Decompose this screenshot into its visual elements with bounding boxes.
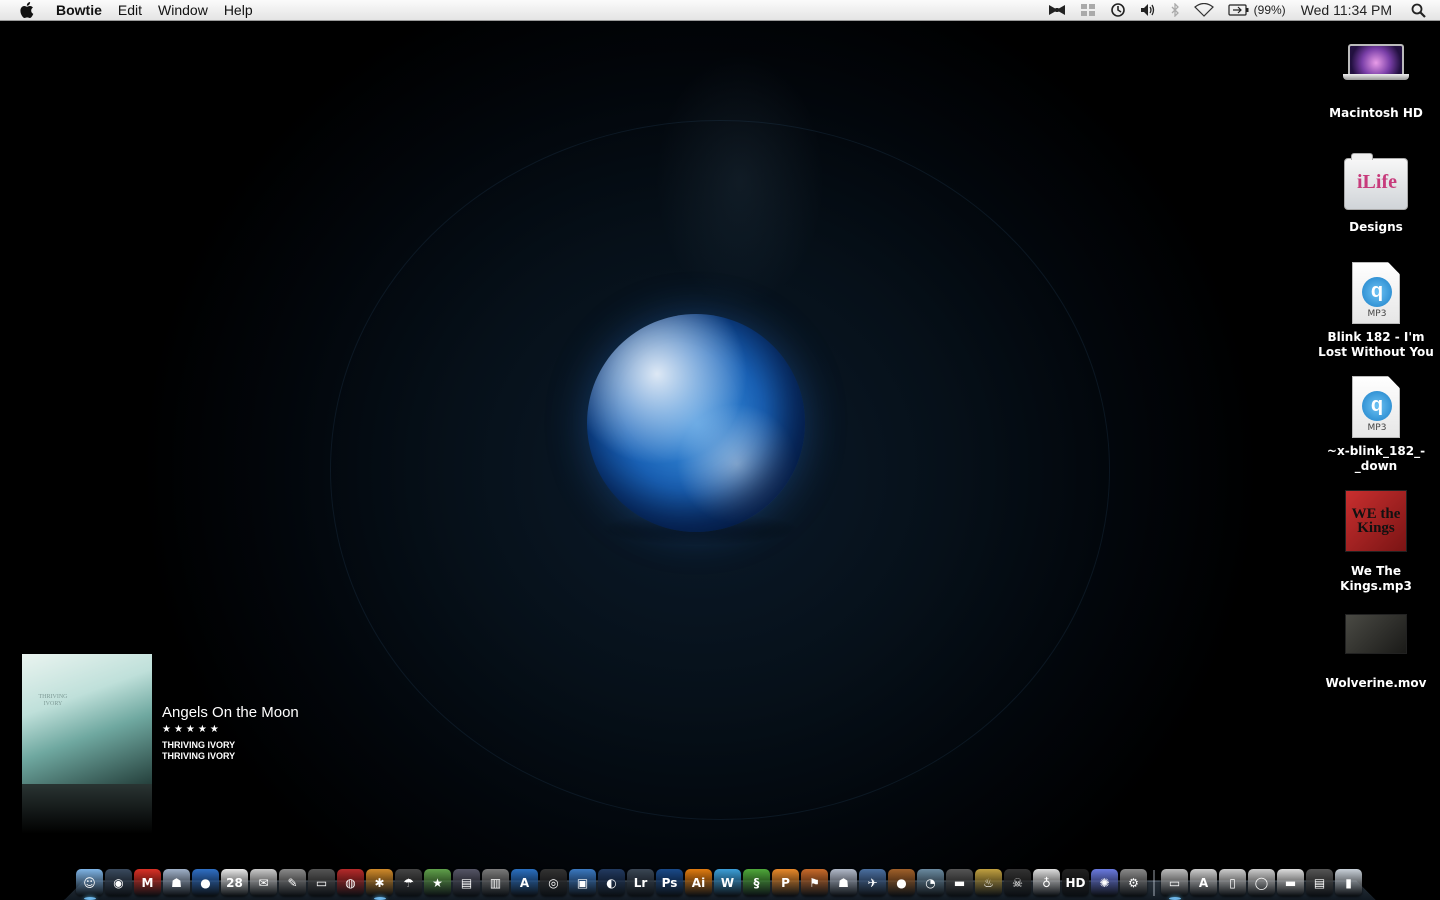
dock-time-icon[interactable]: ◔	[917, 869, 944, 896]
hard-drive-icon	[1343, 44, 1409, 84]
dock-plane-icon[interactable]: ✈	[859, 869, 886, 896]
wallpaper-smoke	[560, 20, 920, 340]
album-cover[interactable]: THRIVING IVORY	[22, 654, 152, 784]
desktop-icon-label: Blink 182 - I'm Lost Without You	[1318, 330, 1434, 359]
dock-lizard-icon[interactable]: §	[743, 869, 770, 896]
desktop-icon-we-the-kings[interactable]: WE the Kings We The Kings.mp3	[1318, 490, 1434, 594]
menu-clock[interactable]: Wed 11:34 PM	[1293, 0, 1404, 21]
dock-bulb-icon[interactable]: ♁	[1033, 869, 1060, 896]
dock-firefox-icon[interactable]: ●	[192, 869, 219, 896]
dock-textedit-icon[interactable]: ✎	[279, 869, 306, 896]
dock-burst-icon[interactable]: ✺	[1091, 869, 1118, 896]
spaces-icon[interactable]	[1073, 0, 1103, 21]
dock-illustrator-icon[interactable]: Ai	[685, 869, 712, 896]
battery-icon	[1228, 4, 1249, 16]
spotlight-search-icon[interactable]	[1404, 0, 1440, 21]
dock-trash-icon[interactable]: ▮	[1335, 869, 1362, 896]
desktop-icon-label: Wolverine.mov	[1325, 676, 1427, 690]
dock-wave-icon[interactable]: W	[714, 869, 741, 896]
dock-stack-docs-icon[interactable]: ▯	[1219, 869, 1246, 896]
menu-help[interactable]: Help	[216, 0, 261, 21]
dock-stack-films-icon[interactable]: ▤	[1306, 869, 1333, 896]
volume-icon[interactable]	[1133, 0, 1163, 21]
dock-books-icon[interactable]: ▥	[482, 869, 509, 896]
battery-percent: (99%)	[1253, 3, 1286, 17]
dock-settings-icon[interactable]: ⚙	[1120, 869, 1147, 896]
dock-dashboard-icon[interactable]: ◉	[105, 869, 132, 896]
dock-display-icon[interactable]: ▭	[308, 869, 335, 896]
desktop-icon-blink-lost[interactable]: q MP3 Blink 182 - I'm Lost Without You	[1318, 262, 1434, 360]
dock-camera-icon[interactable]: ◎	[540, 869, 567, 896]
dock-record-icon[interactable]: ◍	[337, 869, 364, 896]
bowtie-icon[interactable]	[1041, 0, 1073, 21]
track-title: Angels On the Moon	[162, 704, 299, 721]
mp3-file-icon: q MP3	[1352, 376, 1400, 438]
dock-paw-icon[interactable]: P	[772, 869, 799, 896]
folder-icon: iLife	[1344, 153, 1408, 210]
dock-trooper-icon[interactable]: ☗	[830, 869, 857, 896]
dock-clapper-icon[interactable]: ✱	[366, 869, 393, 896]
album-cover-text: THRIVING IVORY	[38, 694, 68, 707]
dock-preview-icon[interactable]: ▣	[569, 869, 596, 896]
dock-pirate-icon[interactable]: ☠	[1004, 869, 1031, 896]
dock-hd-icon[interactable]: HD	[1062, 869, 1089, 896]
dock-lightroom-icon[interactable]: Lr	[627, 869, 654, 896]
desktop-icon-label: We The Kings.mp3	[1340, 564, 1412, 593]
album-art-text: WE the Kings	[1351, 506, 1401, 536]
album-art-icon: WE the Kings	[1345, 490, 1407, 552]
dock: ☺ ◉ M ☗ ● 28 ✉ ✎ ▭ ◍ ✱ ☂ ★ ▤ ▥ A ◎ ▣ ◐ Lr Ps Ai W § P ⚑ ☗ ✈ ● ◔ ▬ ♨ ☠ ♁ HD…	[64, 856, 1376, 900]
dock-finder-icon[interactable]: ☺	[76, 869, 103, 896]
dock-robot-icon[interactable]: ☗	[163, 869, 190, 896]
dock-items: ☺ ◉ M ☗ ● 28 ✉ ✎ ▭ ◍ ✱ ☂ ★ ▤ ▥ A ◎ ▣ ◐ Lr Ps Ai W § P ⚑ ☗ ✈ ● ◔ ▬ ♨ ☠ ♁ HD…	[76, 862, 1364, 896]
dock-stack-drive-icon[interactable]: ▭	[1161, 869, 1188, 896]
apple-menu-icon[interactable]	[0, 1, 56, 19]
bluetooth-icon[interactable]	[1163, 0, 1187, 21]
movie-file-icon	[1345, 614, 1407, 654]
dock-appstore-icon[interactable]: A	[511, 869, 538, 896]
file-type-label: MP3	[1367, 309, 1387, 319]
menu-extras: (99%) Wed 11:34 PM	[1041, 0, 1440, 21]
track-artist: THRIVING IVORY	[162, 740, 236, 750]
dock-stack-apps-icon[interactable]: A	[1190, 869, 1217, 896]
dock-sign-icon[interactable]: ⚑	[801, 869, 828, 896]
desktop-icon-label: Designs	[1349, 220, 1403, 234]
dock-gmail-icon[interactable]: M	[134, 869, 161, 896]
track-rating[interactable]: ★★★★★	[162, 724, 299, 735]
mp3-file-icon: q MP3	[1352, 262, 1400, 324]
dock-music-icon[interactable]: ◐	[598, 869, 625, 896]
dock-umbrella-icon[interactable]: ☂	[395, 869, 422, 896]
battery-status[interactable]: (99%)	[1221, 0, 1293, 21]
dock-stack-downloads-icon[interactable]: ◯	[1248, 869, 1275, 896]
folder-badge: iLife	[1357, 171, 1397, 193]
dock-mail-icon[interactable]: ✉	[250, 869, 277, 896]
track-info: Angels On the Moon ★★★★★ THRIVING IVORY …	[162, 704, 299, 762]
desktop-icon-blink-down[interactable]: q MP3 ~x-blink_182_-_down	[1318, 376, 1434, 474]
desktop-icon-label: ~x-blink_182_-_down	[1326, 444, 1426, 473]
track-album: THRIVING IVORY	[162, 751, 236, 761]
desktop-icon-designs[interactable]: iLife Designs	[1318, 153, 1434, 235]
now-playing-widget: THRIVING IVORY Angels On the Moon ★★★★★ …	[22, 654, 299, 834]
menu-bar: Bowtie Edit Window Help (99%) Wed 11:34 …	[0, 0, 1440, 21]
wallpaper-globe	[587, 314, 805, 532]
dock-ical-icon[interactable]: 28	[221, 869, 248, 896]
dock-film-icon[interactable]: ▤	[453, 869, 480, 896]
dock-photoshop-icon[interactable]: Ps	[656, 869, 683, 896]
time-machine-icon[interactable]	[1103, 0, 1133, 21]
album-cover-reflection	[22, 784, 152, 834]
dock-imovie-icon[interactable]: ★	[424, 869, 451, 896]
desktop-icon-macintosh-hd[interactable]: Macintosh HD	[1318, 44, 1434, 121]
dock-coconut-icon[interactable]: ●	[888, 869, 915, 896]
dock-gun-icon[interactable]: ▬	[946, 869, 973, 896]
file-type-label: MP3	[1367, 423, 1387, 433]
desktop-icon-label: Macintosh HD	[1329, 106, 1423, 120]
wifi-icon[interactable]	[1187, 0, 1221, 21]
dock-fire-icon[interactable]: ♨	[975, 869, 1002, 896]
menu-app-name[interactable]: Bowtie	[56, 0, 110, 21]
dock-separator	[1153, 870, 1155, 896]
dock-stack-drive-2-icon[interactable]: ▬	[1277, 869, 1304, 896]
desktop-icon-wolverine[interactable]: Wolverine.mov	[1318, 614, 1434, 691]
menu-edit[interactable]: Edit	[110, 0, 150, 21]
menu-window[interactable]: Window	[150, 0, 216, 21]
